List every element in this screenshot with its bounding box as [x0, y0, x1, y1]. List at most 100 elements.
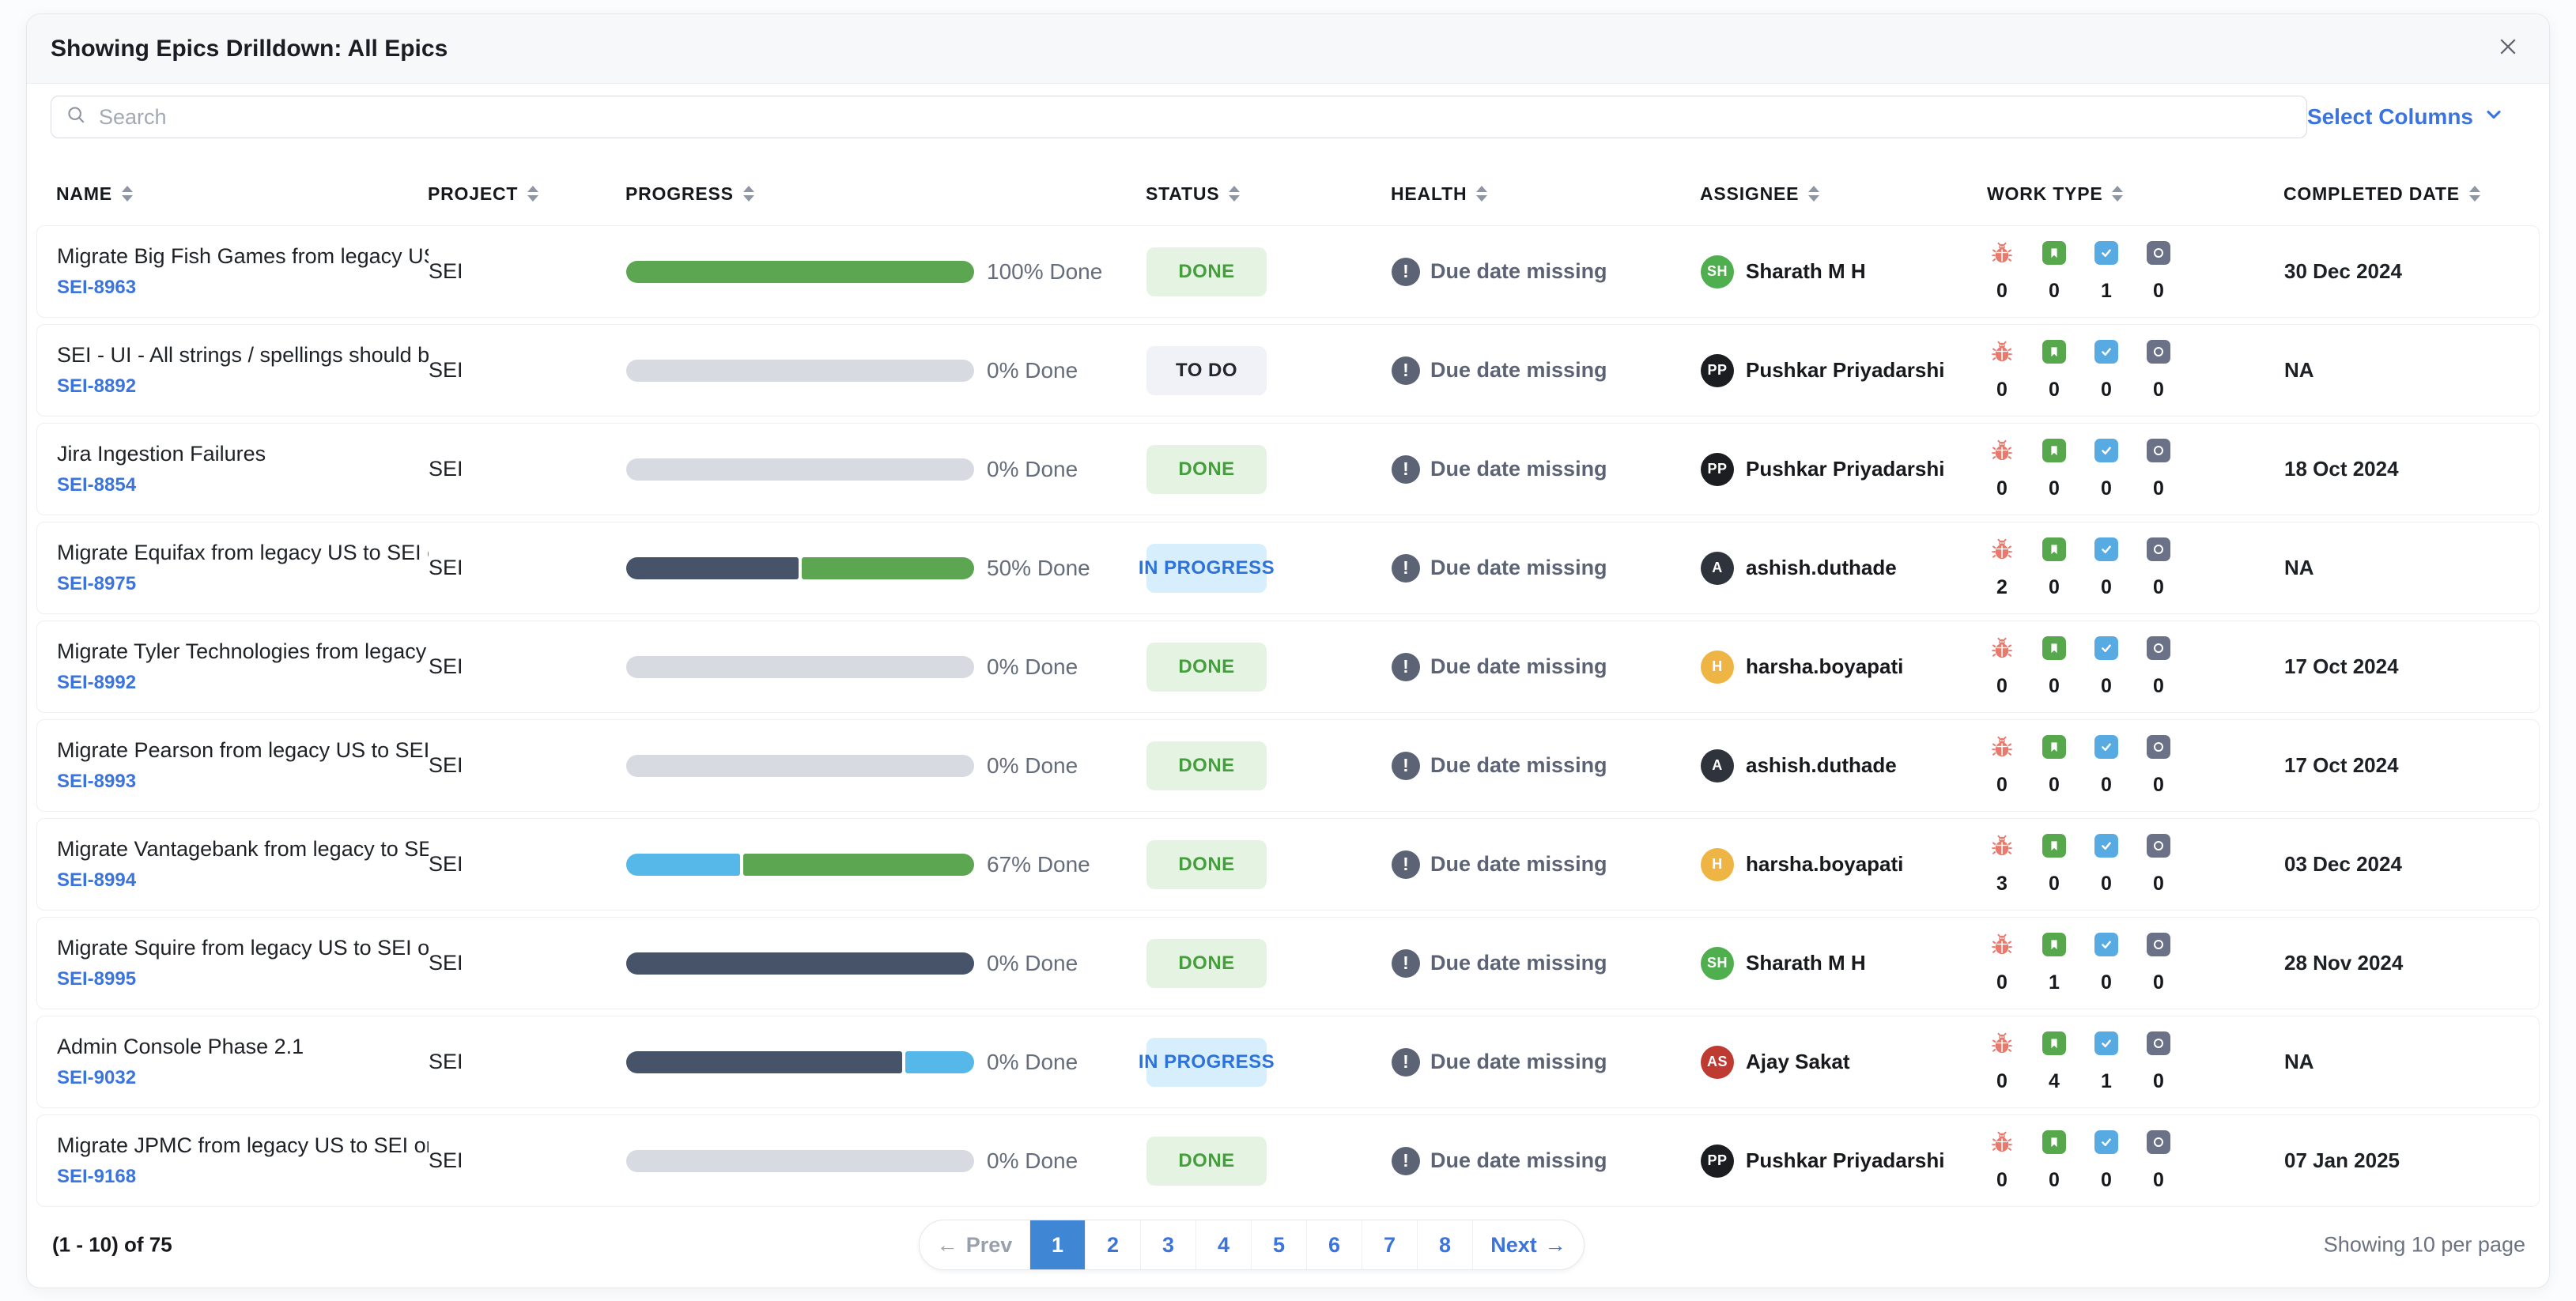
work-type-bug: 0 — [1988, 636, 2016, 698]
exclamation-icon: ! — [1392, 356, 1420, 385]
health-cell: ! Due date missing — [1392, 257, 1701, 286]
search-box[interactable] — [51, 96, 2307, 138]
epic-key-link[interactable]: SEI-9168 — [57, 1166, 429, 1188]
per-page-label: Showing 10 per page — [2323, 1232, 2525, 1257]
epic-key-link[interactable]: SEI-8892 — [57, 375, 429, 398]
health-cell: ! Due date missing — [1392, 553, 1701, 583]
work-type-story: 0 — [2040, 1129, 2068, 1192]
column-header-health[interactable]: HEALTH — [1391, 183, 1700, 205]
story-icon — [2042, 537, 2066, 561]
progress-label: 67% Done — [987, 851, 1090, 877]
table-row[interactable]: Migrate Squire from legacy US to SEI on … — [36, 917, 2540, 1009]
progress-label: 0% Done — [987, 357, 1078, 383]
health-text: Due date missing — [1430, 457, 1607, 481]
story-icon — [2042, 339, 2066, 364]
table-row[interactable]: Migrate Pearson from legacy US to SEI on… — [36, 719, 2540, 812]
avatar: PP — [1701, 452, 1734, 486]
story-count: 0 — [2049, 674, 2060, 697]
column-header-project[interactable]: PROJECT — [428, 183, 625, 205]
close-button[interactable] — [2491, 32, 2525, 66]
avatar: SH — [1701, 255, 1734, 288]
sort-icon[interactable] — [1229, 186, 1241, 202]
column-header-name[interactable]: NAME — [36, 183, 428, 205]
exclamation-icon: ! — [1392, 454, 1420, 484]
page-button-5[interactable]: 5 — [1252, 1220, 1307, 1269]
table-row[interactable]: Migrate JPMC from legacy US to SEI on Ha… — [36, 1114, 2540, 1207]
epic-name-cell: Migrate Squire from legacy US to SEI on … — [37, 936, 429, 990]
other-count: 0 — [2153, 575, 2164, 598]
page-button-1[interactable]: 1 — [1030, 1220, 1086, 1269]
table-row[interactable]: Admin Console Phase 2.1 SEI-9032 SEI 0% … — [36, 1016, 2540, 1108]
work-type-task: 0 — [2092, 438, 2121, 500]
work-type-task: 0 — [2092, 339, 2121, 402]
assignee-cell: A ashish.duthade — [1701, 551, 1988, 585]
completed-date-cell: 03 Dec 2024 — [2284, 852, 2402, 876]
select-columns-button[interactable]: Select Columns — [2307, 104, 2505, 131]
column-header-progress[interactable]: PROGRESS — [625, 183, 1146, 205]
column-header-work-type[interactable]: WORK TYPE — [1987, 183, 2283, 205]
arrow-left-icon: ← — [936, 1232, 958, 1257]
status-badge: DONE — [1146, 741, 1267, 790]
health-text: Due date missing — [1430, 556, 1607, 579]
progress-cell: 0% Done — [626, 358, 1146, 383]
epic-key-link[interactable]: SEI-8994 — [57, 869, 429, 892]
sort-icon[interactable] — [1808, 186, 1820, 202]
avatar: H — [1701, 847, 1734, 881]
sort-icon[interactable] — [2468, 186, 2480, 202]
page-button-2[interactable]: 2 — [1086, 1220, 1141, 1269]
completed-date-cell: 18 Oct 2024 — [2284, 457, 2399, 481]
completed-date-cell: NA — [2284, 1050, 2314, 1073]
prev-page-button[interactable]: ← Prev — [920, 1220, 1030, 1269]
assignee-name: Ajay Sakat — [1746, 1050, 1850, 1073]
table-row[interactable]: Jira Ingestion Failures SEI-8854 SEI 0% … — [36, 423, 2540, 515]
table-row[interactable]: SEI - UI - All strings / spellings shoul… — [36, 324, 2540, 417]
health-text: Due date missing — [1430, 259, 1607, 283]
epic-key-link[interactable]: SEI-8963 — [57, 277, 429, 299]
status-badge: IN PROGRESS — [1139, 543, 1275, 593]
epic-key-link[interactable]: SEI-8992 — [57, 672, 429, 694]
circle-icon — [2147, 240, 2170, 265]
column-header-assignee[interactable]: ASSIGNEE — [1700, 183, 1987, 205]
column-header-completed-date[interactable]: COMPLETED DATE — [2283, 183, 2540, 205]
story-icon — [2042, 734, 2066, 759]
sort-icon[interactable] — [742, 186, 754, 202]
epic-key-link[interactable]: SEI-8975 — [57, 573, 429, 595]
page-button-3[interactable]: 3 — [1141, 1220, 1196, 1269]
table-row[interactable]: Migrate Tyler Technologies from legacy U… — [36, 620, 2540, 713]
work-type-task: 0 — [2092, 932, 2121, 994]
task-count: 0 — [2101, 575, 2112, 598]
epic-key-link[interactable]: SEI-9032 — [57, 1067, 429, 1089]
circle-icon — [2147, 833, 2170, 858]
sort-icon[interactable] — [527, 186, 539, 202]
table-row[interactable]: Migrate Vantagebank from legacy to SEI o… — [36, 818, 2540, 911]
circle-icon — [2147, 1031, 2170, 1055]
circle-icon — [2147, 932, 2170, 956]
exclamation-icon: ! — [1392, 751, 1420, 780]
epic-key-link[interactable]: SEI-8854 — [57, 474, 429, 496]
work-type-story: 4 — [2040, 1031, 2068, 1093]
page-button-6[interactable]: 6 — [1307, 1220, 1362, 1269]
sort-icon[interactable] — [121, 186, 133, 202]
assignee-cell: H harsha.boyapati — [1701, 650, 1988, 684]
sort-icon[interactable] — [2112, 186, 2124, 202]
work-type-bug: 0 — [1988, 1130, 2016, 1192]
table-row[interactable]: Migrate Big Fish Games from legacy US to… — [36, 225, 2540, 318]
epic-key-link[interactable]: SEI-8993 — [57, 771, 429, 793]
status-cell: DONE — [1146, 741, 1392, 790]
page-button-8[interactable]: 8 — [1418, 1220, 1473, 1269]
epic-key-link[interactable]: SEI-8995 — [57, 968, 429, 990]
task-check-icon — [2094, 1129, 2118, 1154]
column-header-status[interactable]: STATUS — [1146, 183, 1391, 205]
status-badge: DONE — [1146, 642, 1267, 692]
next-page-button[interactable]: Next → — [1473, 1220, 1584, 1269]
work-type-bug: 3 — [1988, 834, 2016, 896]
table-row[interactable]: Migrate Equifax from legacy US to SEI on… — [36, 522, 2540, 614]
page-button-7[interactable]: 7 — [1362, 1220, 1418, 1269]
completed-date-cell: 17 Oct 2024 — [2284, 753, 2399, 777]
progress-segment — [626, 853, 740, 876]
circle-icon — [2147, 438, 2170, 462]
sort-icon[interactable] — [1476, 186, 1488, 202]
search-input[interactable] — [99, 104, 2292, 130]
other-count: 0 — [2153, 674, 2164, 697]
page-button-4[interactable]: 4 — [1196, 1220, 1252, 1269]
